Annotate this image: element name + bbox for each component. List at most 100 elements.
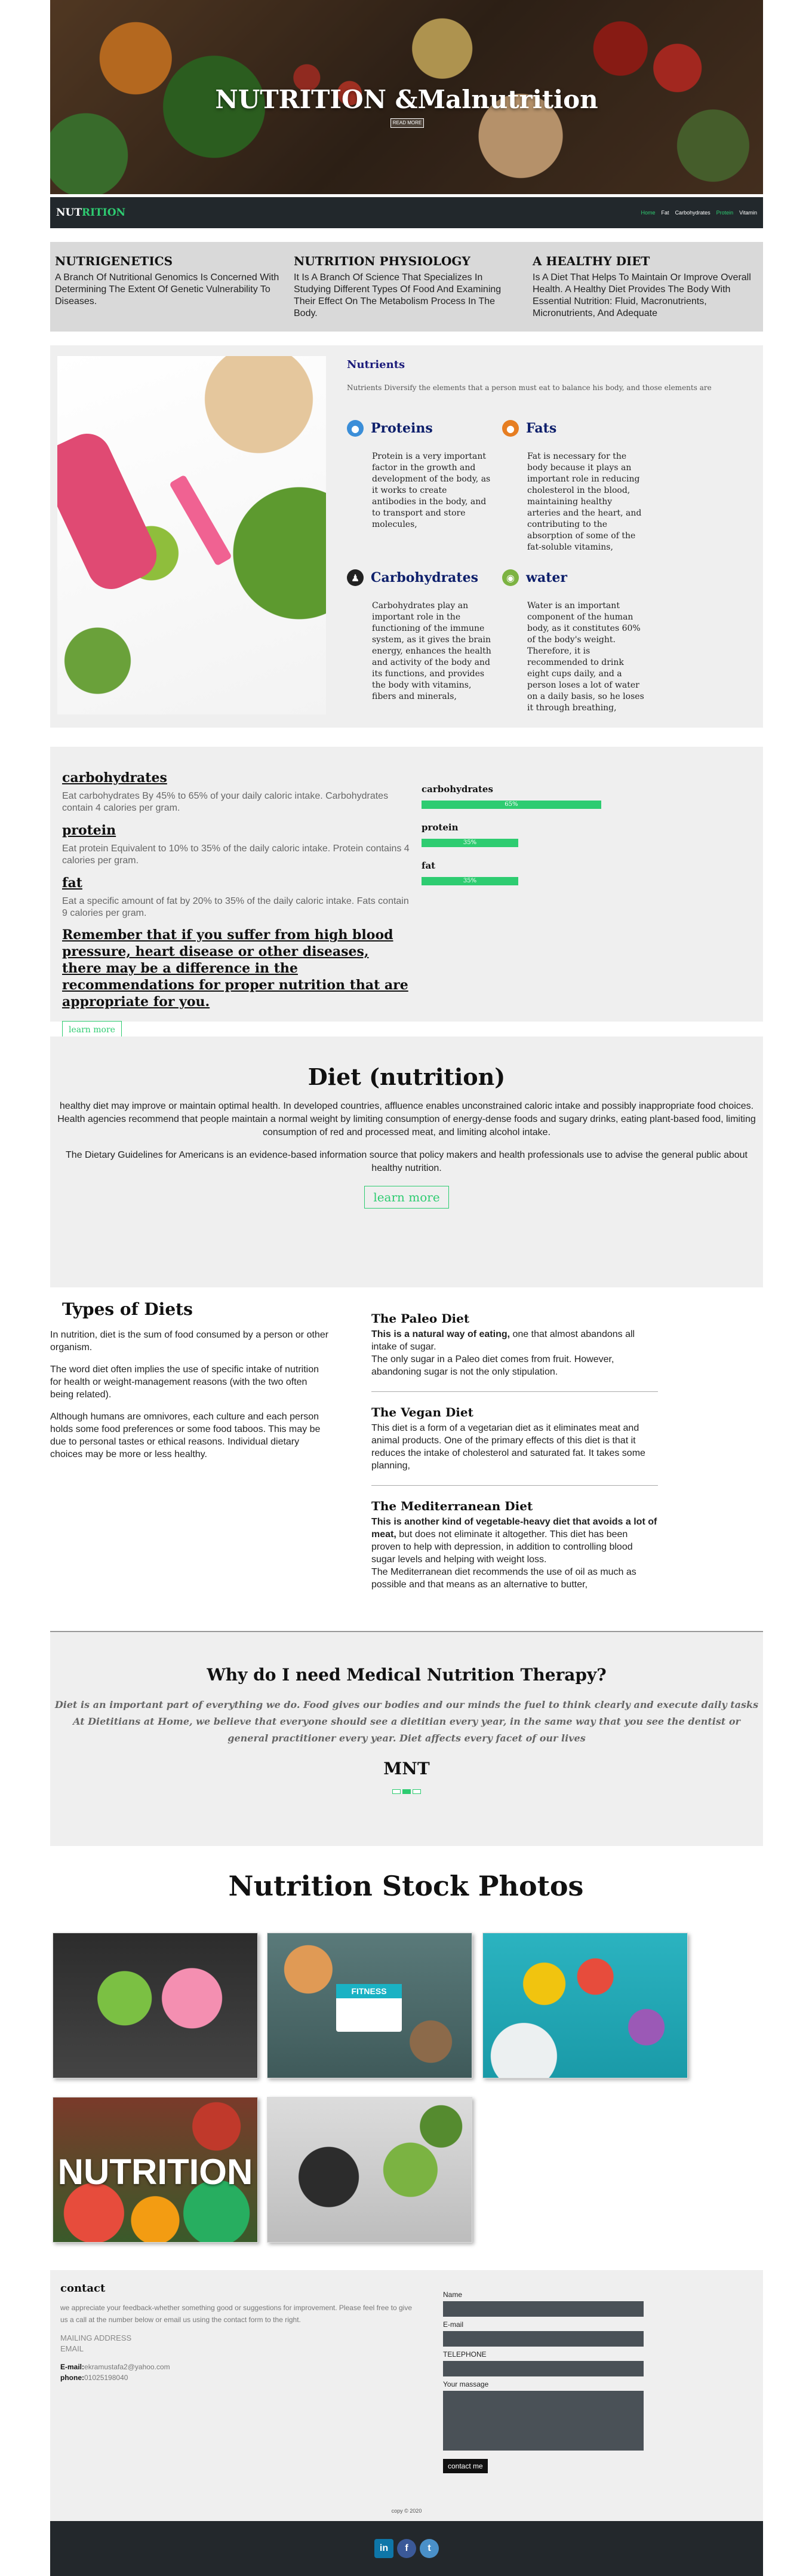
carousel-dot[interactable] <box>413 1789 421 1794</box>
nav-carbohydrates[interactable]: Carbohydrates <box>675 210 710 216</box>
phone-line: phone:01025198040 <box>60 2373 419 2382</box>
nutrients-section: Nutrients Nutrients Diversify the elemen… <box>50 345 763 728</box>
contact-text: we appreciate your feedback-whether some… <box>60 2304 412 2324</box>
nav-vitamin[interactable]: Vitamin <box>739 210 757 216</box>
photo-healthy-items[interactable] <box>482 1933 688 2078</box>
photo-fitness-tablet[interactable]: FITNESS <box>267 1933 472 2078</box>
diet-paragraph: healthy diet may improve or maintain opt… <box>57 1101 756 1137</box>
carousel-dot[interactable] <box>392 1789 401 1794</box>
telephone-field[interactable] <box>443 2361 644 2376</box>
photo-nutrition-produce[interactable]: NUTRITION <box>53 2097 258 2243</box>
contact-form: Name E-mail TELEPHONE Your massage conta… <box>443 2287 646 2473</box>
egg-icon: ● <box>347 420 364 437</box>
paleo-text-2: The only sugar in a Paleo diet comes fro… <box>371 1354 614 1377</box>
twitter-icon[interactable]: t <box>420 2539 439 2558</box>
paleo-title: The Paleo Diet <box>371 1311 470 1326</box>
nav-protein[interactable]: Protein <box>716 210 734 216</box>
water-icon: ◉ <box>502 569 519 586</box>
email-field[interactable] <box>443 2331 644 2347</box>
warning-text: Remember that if you suffer from high bl… <box>62 927 408 1010</box>
person-icon: ♟ <box>347 569 364 586</box>
mailing-address-label: MAILING ADDRESS <box>60 2333 132 2342</box>
phone-key: phone: <box>60 2373 84 2382</box>
logo-rest: RITION <box>82 207 126 219</box>
vegan-title: The Vegan Diet <box>371 1405 473 1419</box>
intake-title[interactable]: carbohydrates <box>62 770 411 786</box>
nutrient-text: Carbohydrates play an important role in … <box>372 601 491 701</box>
nutrition-label: NUTRITION <box>57 2152 253 2192</box>
copyright: copy © 2020 <box>391 2508 422 2514</box>
phone-value[interactable]: 01025198040 <box>84 2373 128 2382</box>
types-paragraph: In nutrition, diet is the sum of food co… <box>50 1330 329 1353</box>
mediterranean-text-2: The Mediterranean diet recommends the us… <box>371 1567 636 1590</box>
nutrient-text: Protein is a very important factor in th… <box>372 452 491 529</box>
message-label: Your massage <box>443 2380 489 2388</box>
progress-bar: 65% <box>422 801 613 809</box>
intro-title: NUTRITION PHYSIOLOGY <box>294 254 470 268</box>
hero-title: NUTRITION &Malnutrition <box>215 85 598 114</box>
nutrient-text: Fat is necessary for the body because it… <box>527 452 642 552</box>
nutrient-proteins: ● Proteins Protein is a very important fa… <box>347 420 502 530</box>
progress-fill: 35% <box>422 877 518 885</box>
bar-label: fat <box>422 860 436 871</box>
intake-text: Eat a specific amount of fat by 20% to 3… <box>62 896 409 918</box>
progress-bar: 35% <box>422 839 613 847</box>
email-line: E-mail:ekramustafa2@yahoo.com <box>60 2363 419 2371</box>
mnt-text: Diet is an important part of everything … <box>54 1699 759 1744</box>
intake-list: carbohydrates Eat carbohydrates By 45% t… <box>62 762 411 1039</box>
contact-info: contact we appreciate your feedback-whet… <box>60 2282 419 2382</box>
divider <box>371 1391 658 1392</box>
nutrient-text: Water is an important component of the h… <box>527 601 644 713</box>
mnt-title: Why do I need Medical Nutrition Therapy? <box>207 1665 607 1685</box>
intake-section: carbohydrates Eat carbohydrates By 45% t… <box>50 747 763 1039</box>
footer: in f t <box>50 2521 763 2576</box>
paleo-text: This is a natural way of eating, one tha… <box>371 1328 658 1353</box>
email-value[interactable]: ekramustafa2@yahoo.com <box>84 2363 170 2371</box>
intake-title[interactable]: protein <box>62 823 411 838</box>
contact-title: contact <box>60 2282 106 2295</box>
nav-home[interactable]: Home <box>641 210 656 216</box>
intro-nutrigenetics: NUTRIGENETICS A Branch Of Nutritional Ge… <box>55 254 281 332</box>
mediterranean-rest: but does not eliminate it altogether. Th… <box>371 1529 633 1565</box>
message-field[interactable] <box>443 2391 644 2451</box>
mnt-section: Why do I need Medical Nutrition Therapy?… <box>50 1631 763 1846</box>
diet-section: Diet (nutrition) healthy diet may improv… <box>50 1036 763 1287</box>
mediterranean-title: The Mediterranean Diet <box>371 1499 533 1513</box>
diet-learn-more-button[interactable]: learn more <box>364 1186 449 1209</box>
paleo-bold: This is a natural way of eating, <box>371 1329 510 1339</box>
name-field[interactable] <box>443 2301 644 2317</box>
nav-fat[interactable]: Fat <box>662 210 669 216</box>
intro-section: NUTRIGENETICS A Branch Of Nutritional Ge… <box>50 242 763 332</box>
linkedin-icon[interactable]: in <box>374 2539 393 2558</box>
photos-title: Nutrition Stock Photos <box>228 1870 584 1902</box>
nutrient-water: ◉ water Water is an important component o… <box>502 569 657 714</box>
mediterranean-text: This is another kind of vegetable-heavy … <box>371 1516 658 1566</box>
intro-physiology: NUTRITION PHYSIOLOGY It Is A Branch Of S… <box>294 254 519 332</box>
hero-banner: NUTRITION &Malnutrition READ MORE <box>50 0 763 194</box>
bar-label: protein <box>422 822 459 833</box>
intro-title: A HEALTHY DIET <box>533 254 650 268</box>
intro-title: NUTRIGENETICS <box>55 254 173 268</box>
intake-title[interactable]: fat <box>62 875 411 891</box>
carousel-dot-active[interactable] <box>402 1789 411 1794</box>
fitness-screen: FITNESS <box>336 1984 402 2032</box>
facebook-icon[interactable]: f <box>397 2539 416 2558</box>
navbar: NUTRITION Home Fat Carbohydrates Protein… <box>50 197 763 228</box>
email-key: E-mail: <box>60 2363 85 2371</box>
read-more-button[interactable]: READ MORE <box>390 118 424 128</box>
types-paragraph: Although humans are omnivores, each cult… <box>50 1412 321 1459</box>
bar-label: carbohydrates <box>422 784 493 795</box>
logo[interactable]: NUTRITION <box>56 207 125 219</box>
contact-submit-button[interactable]: contact me <box>443 2459 488 2473</box>
nutrient-carbohydrates: ♟ Carbohydrates Carbohydrates play an imp… <box>347 569 502 703</box>
nutrient-name: water <box>526 570 567 585</box>
photo-dumbbells-smoothie[interactable] <box>267 2097 472 2243</box>
telephone-label: TELEPHONE <box>443 2350 487 2359</box>
photo-apple-donut[interactable] <box>53 1933 258 2078</box>
dumbbell-shape <box>57 425 165 597</box>
fitness-food-image <box>57 356 326 714</box>
name-label: Name <box>443 2290 463 2299</box>
drop-icon: ● <box>502 420 519 437</box>
nutrient-name: Fats <box>526 421 557 436</box>
diet-types-list: The Paleo Diet This is a natural way of … <box>371 1311 658 1591</box>
